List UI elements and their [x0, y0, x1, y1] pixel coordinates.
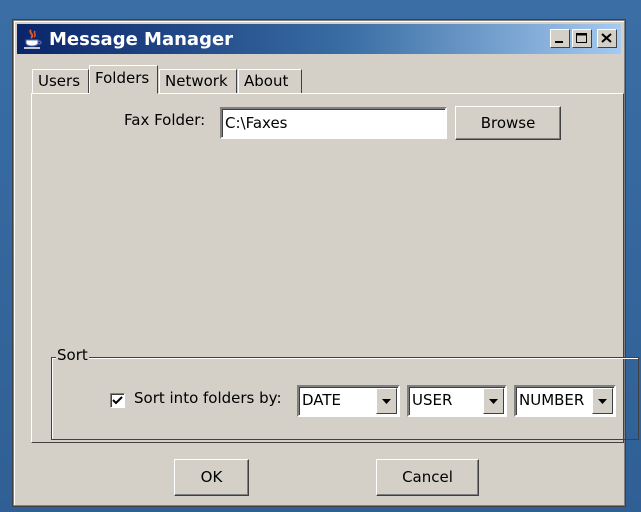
close-button[interactable] [597, 29, 617, 48]
tab-about[interactable]: About [238, 69, 302, 94]
chevron-down-icon [489, 399, 498, 404]
minimize-button[interactable] [550, 29, 570, 48]
sort-combo-2[interactable]: USER [407, 385, 507, 417]
chevron-down-icon [598, 399, 607, 404]
close-icon [601, 33, 612, 43]
java-cup-icon [24, 29, 42, 49]
sort-group: Sort Sort into folders by: DATE USER NUM… [51, 346, 639, 440]
sort-into-folders-checkbox[interactable] [110, 393, 125, 408]
tab-label: About [244, 72, 289, 90]
combo-value: DATE [302, 391, 342, 409]
tab-network[interactable]: Network [159, 69, 237, 94]
tab-label: Users [38, 72, 81, 90]
combo-value: USER [412, 391, 453, 409]
combo-value: NUMBER [519, 391, 585, 409]
fax-folder-input[interactable] [220, 107, 447, 139]
combo-dropdown-button[interactable] [376, 388, 397, 414]
checkmark-icon [112, 396, 123, 405]
combo-dropdown-button[interactable] [483, 388, 504, 414]
message-manager-window: Message Manager Users Folders Network Ab… [13, 20, 639, 506]
title-bar[interactable]: Message Manager [17, 24, 621, 54]
folders-panel: Fax Folder: Browse Sort Sort into folder… [31, 93, 639, 443]
sort-combo-3[interactable]: NUMBER [514, 385, 616, 417]
tab-folders[interactable]: Folders [89, 65, 158, 94]
sort-combo-1[interactable]: DATE [297, 385, 400, 417]
sort-legend: Sort [56, 346, 89, 364]
sort-checkbox-label[interactable]: Sort into folders by: [134, 389, 282, 407]
browse-button[interactable]: Browse [455, 106, 561, 140]
minimize-icon [555, 41, 563, 43]
tab-label: Folders [95, 69, 150, 87]
tab-label: Network [165, 72, 228, 90]
tab-users[interactable]: Users [32, 69, 89, 94]
fax-folder-label: Fax Folder: [124, 111, 206, 129]
maximize-button[interactable] [572, 29, 592, 48]
maximize-icon [576, 33, 587, 43]
combo-dropdown-button[interactable] [592, 388, 613, 414]
chevron-down-icon [382, 399, 391, 404]
cancel-button[interactable]: Cancel [376, 459, 479, 496]
ok-button[interactable]: OK [174, 459, 249, 496]
window-title: Message Manager [49, 28, 234, 50]
